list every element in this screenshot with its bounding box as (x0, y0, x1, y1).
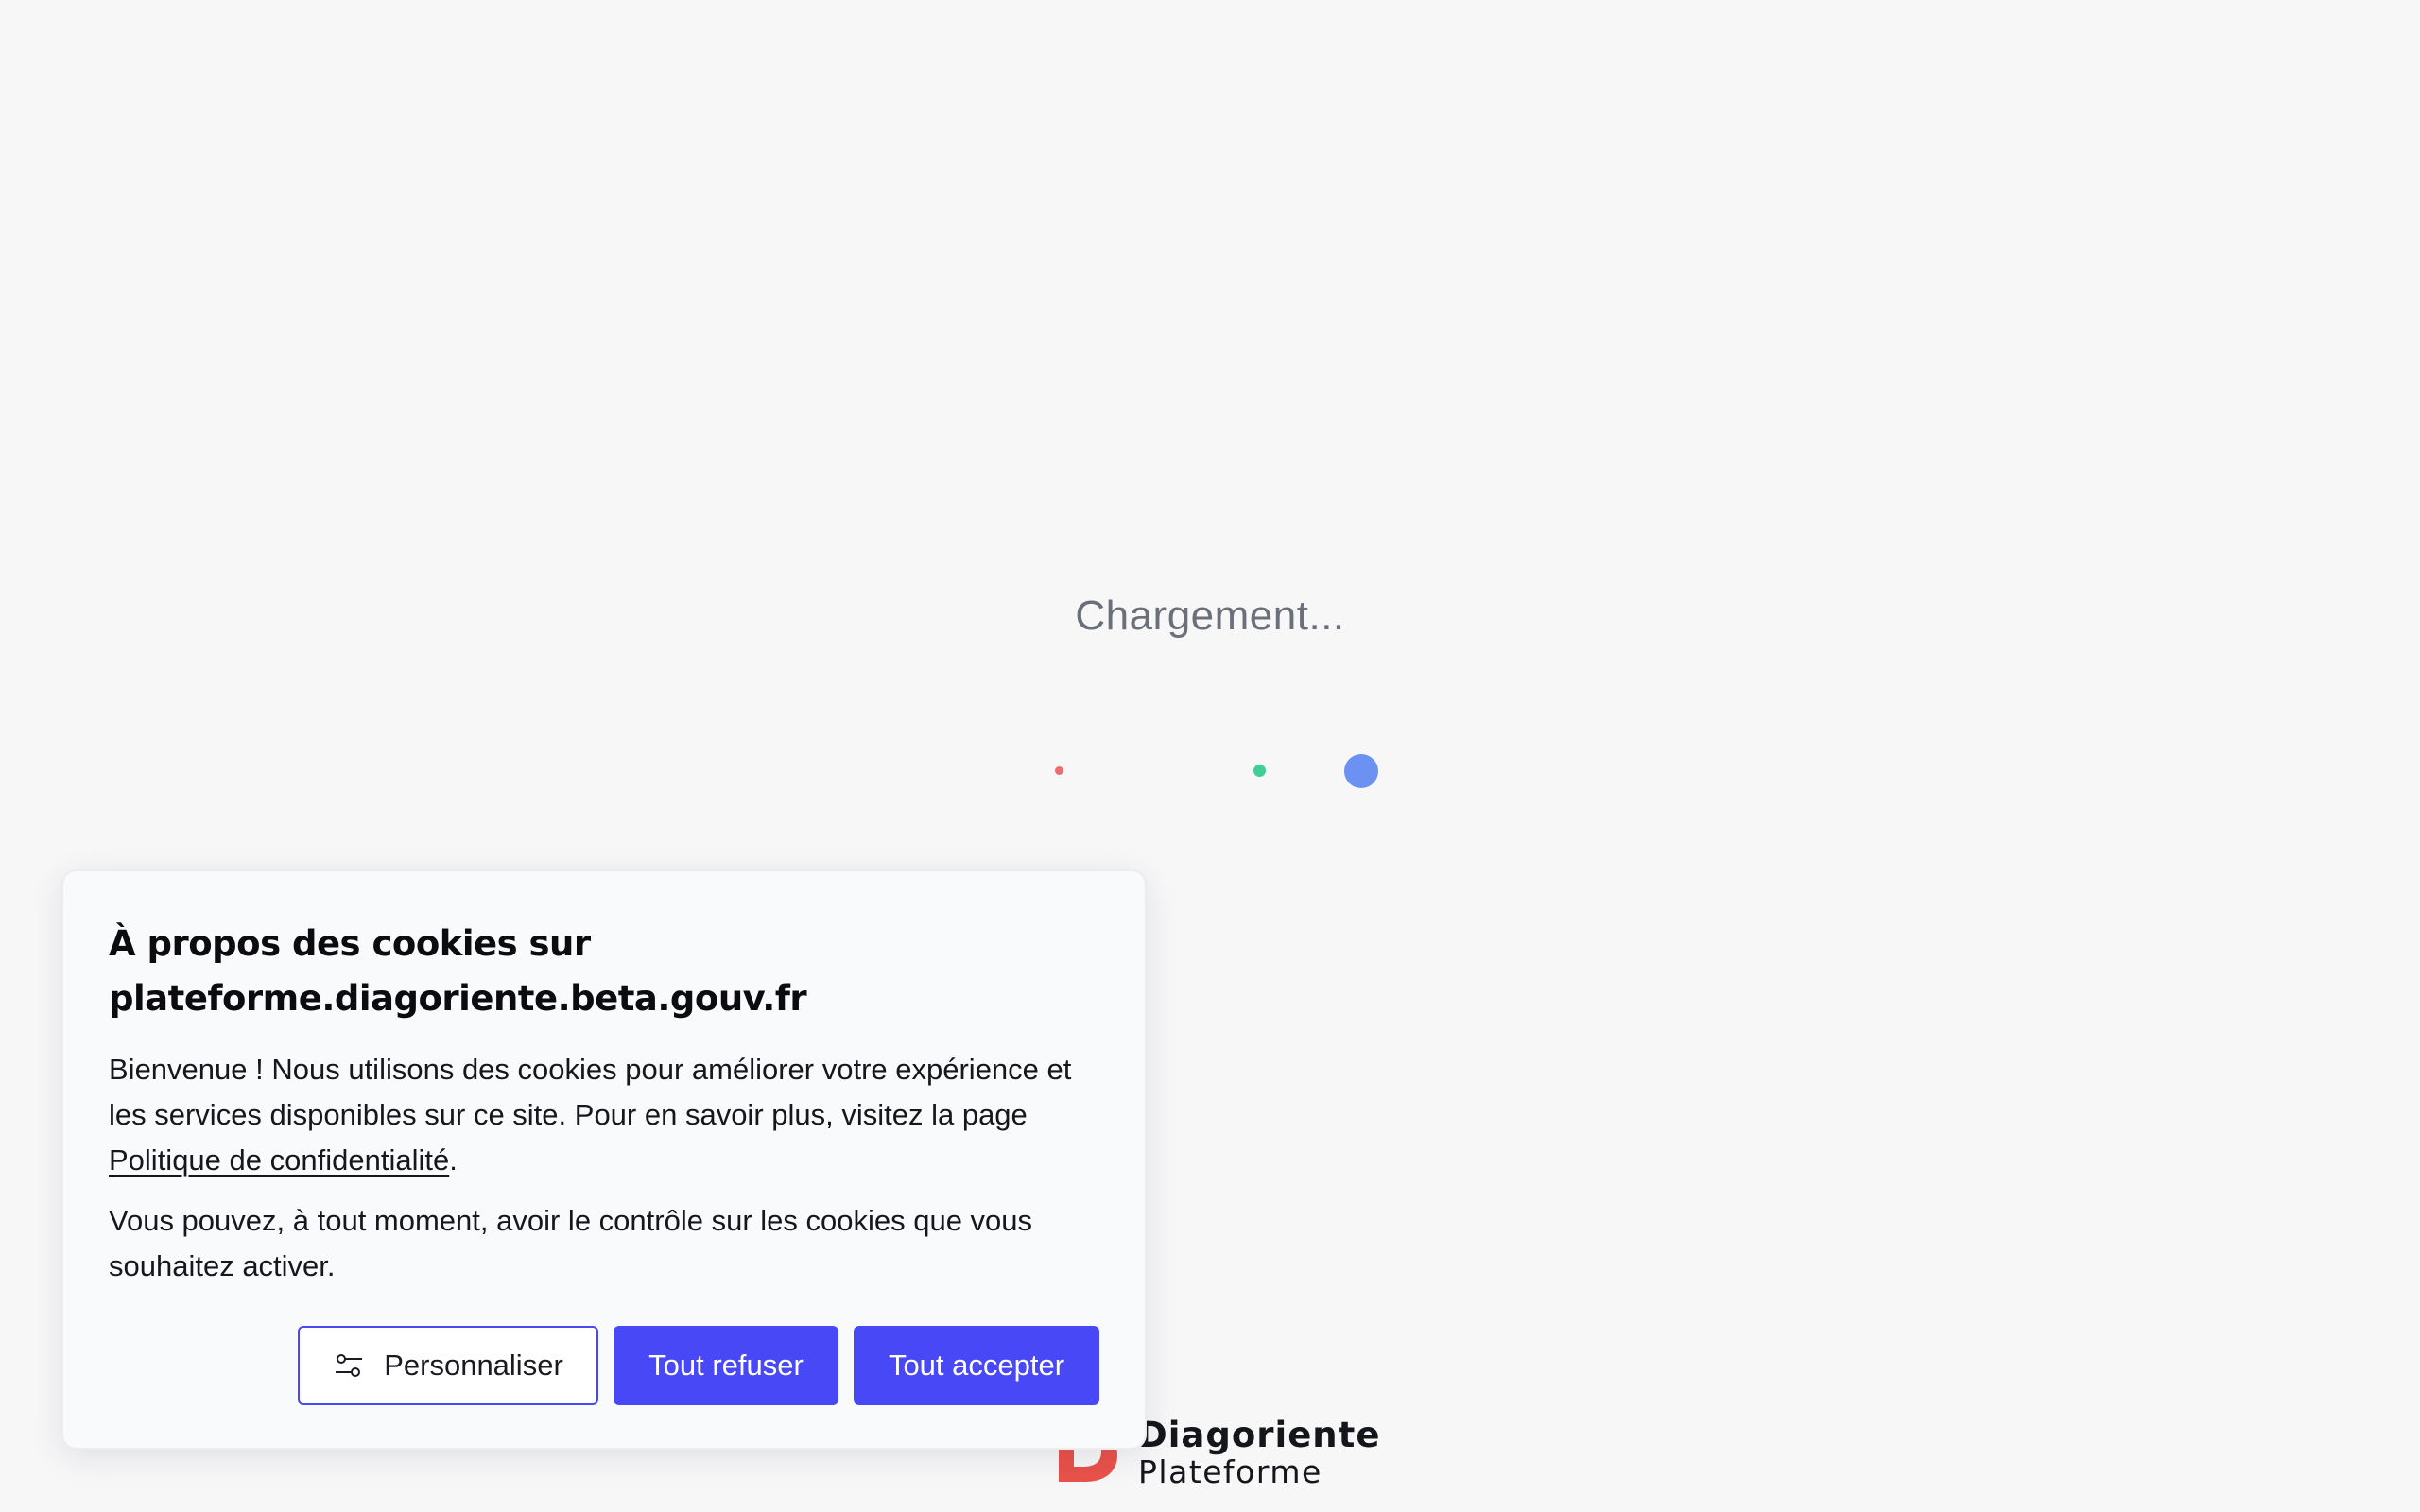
cookie-intro-suffix: . (449, 1143, 458, 1177)
cookie-intro-text: Bienvenue ! Nous utilisons des cookies p… (109, 1053, 1072, 1131)
logo-name: Diagoriente (1138, 1415, 1381, 1455)
loading-page: Chargement... Diagoriente Plateforme À p… (0, 0, 2420, 1512)
loading-dot-blue (1344, 754, 1378, 788)
cookie-title-line1: À propos des cookies sur (109, 923, 591, 964)
accept-all-button[interactable]: Tout accepter (854, 1326, 1099, 1405)
refuse-all-button[interactable]: Tout refuser (614, 1326, 838, 1405)
sliders-icon (333, 1349, 365, 1382)
cookie-control-text: Vous pouvez, à tout moment, avoir le con… (109, 1204, 1033, 1282)
cookie-intro-paragraph: Bienvenue ! Nous utilisons des cookies p… (109, 1047, 1099, 1183)
loading-dot-green (1253, 765, 1266, 777)
loading-dot-red (1055, 766, 1063, 775)
privacy-policy-link[interactable]: Politique de confidentialité (109, 1143, 449, 1177)
cookie-banner-title: À propos des cookies sur plateforme.diag… (109, 917, 1099, 1026)
cookie-title-line2: plateforme.diagoriente.beta.gouv.fr (109, 978, 807, 1019)
loading-text: Chargement... (1075, 593, 1345, 639)
customize-button[interactable]: Personnaliser (298, 1326, 598, 1405)
customize-button-label: Personnaliser (384, 1349, 563, 1382)
cookie-actions: Personnaliser Tout refuser Tout accepter (298, 1326, 1099, 1405)
logo-subtitle: Plateforme (1138, 1453, 1322, 1490)
cookie-consent-banner: À propos des cookies sur plateforme.diag… (61, 869, 1147, 1450)
